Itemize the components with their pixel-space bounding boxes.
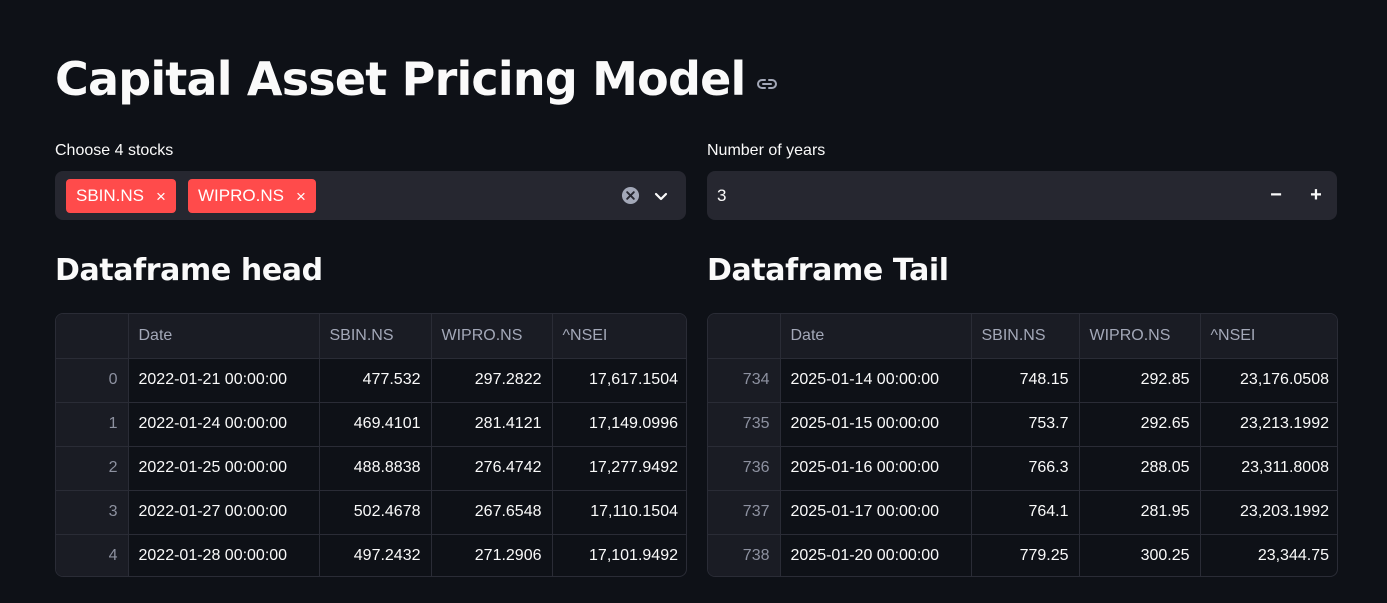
cell-nsei[interactable]: 17,110.1504 (552, 490, 686, 535)
table-row: 738 2025-01-20 00:00:00 779.25 300.25 23… (708, 534, 1337, 576)
cell-sbin[interactable]: 779.25 (971, 534, 1080, 576)
row-index: 1 (56, 402, 129, 447)
column-header-index (708, 314, 781, 359)
cell-nsei[interactable]: 17,101.9492 (552, 534, 686, 576)
cell-wipro[interactable]: 297.2822 (431, 358, 553, 403)
years-value[interactable]: 3 (717, 171, 726, 220)
stock-tag-wipro: WIPRO.NS × (188, 179, 316, 213)
table-row: 1 2022-01-24 00:00:00 469.4101 281.4121 … (56, 402, 686, 447)
cell-wipro[interactable]: 292.65 (1079, 402, 1201, 447)
table-row: 2 2022-01-25 00:00:00 488.8838 276.4742 … (56, 446, 686, 491)
increment-button[interactable]: + (1299, 179, 1333, 212)
cell-wipro[interactable]: 276.4742 (431, 446, 553, 491)
title-row: Capital Asset Pricing Model (55, 52, 779, 107)
cell-nsei[interactable]: 23,203.1992 (1200, 490, 1337, 535)
cell-wipro[interactable]: 281.4121 (431, 402, 553, 447)
cell-nsei[interactable]: 23,311.8008 (1200, 446, 1337, 491)
cell-date[interactable]: 2022-01-28 00:00:00 (128, 534, 320, 576)
cell-nsei[interactable]: 23,213.1992 (1200, 402, 1337, 447)
cell-date[interactable]: 2022-01-27 00:00:00 (128, 490, 320, 535)
row-index: 2 (56, 446, 129, 491)
remove-tag-icon[interactable]: × (156, 188, 166, 205)
cell-date[interactable]: 2025-01-16 00:00:00 (780, 446, 972, 491)
remove-tag-icon[interactable]: × (296, 188, 306, 205)
cell-sbin[interactable]: 502.4678 (319, 490, 432, 535)
column-header-wipro[interactable]: WIPRO.NS (1079, 314, 1201, 359)
link-icon[interactable] (755, 72, 779, 96)
cell-sbin[interactable]: 497.2432 (319, 534, 432, 576)
row-index: 736 (708, 446, 781, 491)
cell-nsei[interactable]: 17,617.1504 (552, 358, 686, 403)
cell-wipro[interactable]: 300.25 (1079, 534, 1201, 576)
row-index: 0 (56, 358, 129, 403)
app-page: Capital Asset Pricing Model Choose 4 sto… (0, 0, 1387, 603)
cell-wipro[interactable]: 281.95 (1079, 490, 1201, 535)
stock-tag-label: SBIN.NS (76, 186, 145, 205)
years-input-label: Number of years (707, 142, 826, 159)
row-index: 738 (708, 534, 781, 576)
cell-date[interactable]: 2022-01-25 00:00:00 (128, 446, 320, 491)
cell-nsei[interactable]: 23,176.0508 (1200, 358, 1337, 403)
stock-tag-label: WIPRO.NS (198, 186, 284, 205)
cell-date[interactable]: 2025-01-20 00:00:00 (780, 534, 972, 576)
cell-wipro[interactable]: 292.85 (1079, 358, 1201, 403)
column-header-date[interactable]: Date (780, 314, 972, 359)
row-index: 734 (708, 358, 781, 403)
column-header-index (56, 314, 129, 359)
table-row: 736 2025-01-16 00:00:00 766.3 288.05 23,… (708, 446, 1337, 491)
table-row: 735 2025-01-15 00:00:00 753.7 292.65 23,… (708, 402, 1337, 447)
table-row: 4 2022-01-28 00:00:00 497.2432 271.2906 … (56, 534, 686, 576)
cell-nsei[interactable]: 17,149.0996 (552, 402, 686, 447)
decrement-button[interactable]: − (1259, 179, 1293, 212)
tail-dataframe[interactable]: Date SBIN.NS WIPRO.NS ^NSEI 734 2025-01-… (707, 313, 1338, 577)
table-row: 737 2025-01-17 00:00:00 764.1 281.95 23,… (708, 490, 1337, 535)
years-number-input[interactable]: 3 − + (707, 171, 1337, 220)
cell-wipro[interactable]: 271.2906 (431, 534, 553, 576)
header-row: Date SBIN.NS WIPRO.NS ^NSEI (708, 314, 1337, 359)
column-header-sbin[interactable]: SBIN.NS (319, 314, 432, 359)
cell-sbin[interactable]: 753.7 (971, 402, 1080, 447)
cell-sbin[interactable]: 488.8838 (319, 446, 432, 491)
stocks-select-label: Choose 4 stocks (55, 142, 174, 159)
cell-date[interactable]: 2022-01-24 00:00:00 (128, 402, 320, 447)
stock-tag-sbin: SBIN.NS × (66, 179, 176, 213)
cell-wipro[interactable]: 267.6548 (431, 490, 553, 535)
column-header-nsei[interactable]: ^NSEI (1200, 314, 1337, 359)
page-title: Capital Asset Pricing Model (55, 52, 746, 106)
column-header-nsei[interactable]: ^NSEI (552, 314, 686, 359)
header-row: Date SBIN.NS WIPRO.NS ^NSEI (56, 314, 686, 359)
cell-date[interactable]: 2025-01-15 00:00:00 (780, 402, 972, 447)
cell-date[interactable]: 2025-01-17 00:00:00 (780, 490, 972, 535)
head-heading: Dataframe head (55, 253, 323, 288)
clear-all-icon[interactable] (621, 186, 640, 205)
cell-date[interactable]: 2022-01-21 00:00:00 (128, 358, 320, 403)
chevron-down-icon[interactable] (651, 186, 671, 206)
cell-sbin[interactable]: 469.4101 (319, 402, 432, 447)
stocks-multiselect[interactable]: SBIN.NS × WIPRO.NS × (55, 171, 686, 220)
cell-sbin[interactable]: 766.3 (971, 446, 1080, 491)
table-row: 734 2025-01-14 00:00:00 748.15 292.85 23… (708, 358, 1337, 403)
head-dataframe[interactable]: Date SBIN.NS WIPRO.NS ^NSEI 0 2022-01-21… (55, 313, 687, 577)
column-header-wipro[interactable]: WIPRO.NS (431, 314, 553, 359)
row-index: 4 (56, 534, 129, 576)
table-row: 3 2022-01-27 00:00:00 502.4678 267.6548 … (56, 490, 686, 535)
row-index: 735 (708, 402, 781, 447)
row-index: 3 (56, 490, 129, 535)
cell-wipro[interactable]: 288.05 (1079, 446, 1201, 491)
cell-sbin[interactable]: 477.532 (319, 358, 432, 403)
cell-nsei[interactable]: 17,277.9492 (552, 446, 686, 491)
cell-date[interactable]: 2025-01-14 00:00:00 (780, 358, 972, 403)
cell-sbin[interactable]: 764.1 (971, 490, 1080, 535)
column-header-date[interactable]: Date (128, 314, 320, 359)
row-index: 737 (708, 490, 781, 535)
column-header-sbin[interactable]: SBIN.NS (971, 314, 1080, 359)
table-row: 0 2022-01-21 00:00:00 477.532 297.2822 1… (56, 358, 686, 403)
cell-nsei[interactable]: 23,344.75 (1200, 534, 1337, 576)
tail-heading: Dataframe Tail (707, 253, 949, 288)
cell-sbin[interactable]: 748.15 (971, 358, 1080, 403)
